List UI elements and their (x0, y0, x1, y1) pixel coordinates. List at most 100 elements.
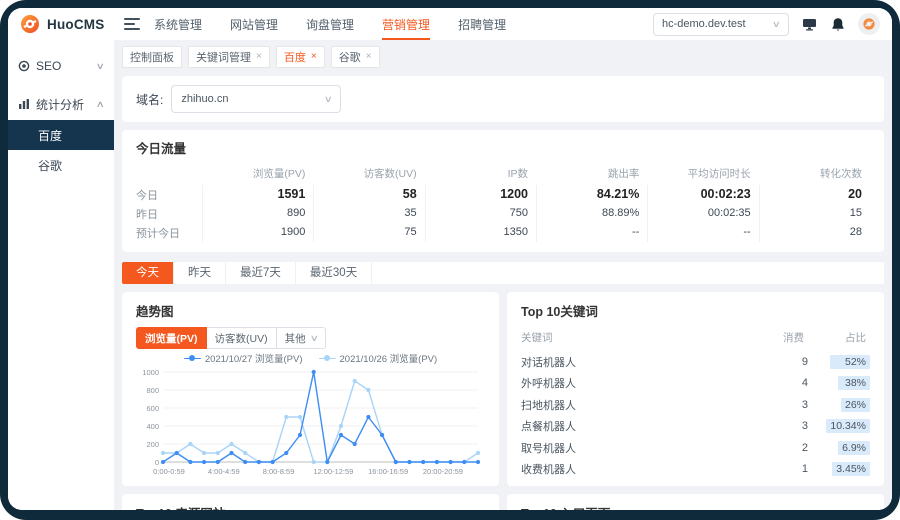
keyword-count: 3 (770, 420, 808, 432)
tag-label: 关键词管理 (196, 49, 251, 65)
sidebar-item-label: SEO (36, 59, 91, 73)
legend-item-today[interactable]: 2021/10/27 浏览量(PV) (184, 351, 303, 365)
traffic-title: 今日流量 (136, 138, 870, 157)
sidebar-item-google[interactable]: 谷歌 (8, 150, 114, 180)
metric-button-pv[interactable]: 浏览量(PV) (136, 327, 207, 349)
svg-text:0:00-0:59: 0:00-0:59 (153, 467, 185, 476)
chart-legend: 2021/10/27 浏览量(PV) 2021/10/26 浏览量(PV) (136, 351, 485, 365)
keyword-count: 9 (770, 356, 808, 368)
traffic-col-conversion: 转化次数 (759, 161, 870, 185)
keywords-title: Top 10关键词 (521, 301, 870, 320)
keyword-count: 2 (770, 442, 808, 454)
traffic-cell: 1350 (425, 223, 536, 242)
tab-yesterday[interactable]: 昨天 (174, 262, 226, 284)
keyword-row: 扫地机器人 3 26% (521, 394, 870, 416)
keyword-pct: 3.45% (832, 462, 870, 476)
svg-text:12:00-12:59: 12:00-12:59 (313, 467, 353, 476)
breadcrumb-tag-dashboard[interactable]: 控制面板 (122, 46, 182, 68)
user-avatar[interactable] (858, 13, 880, 35)
metric-button-group: 浏览量(PV) 访客数(UV) 其他 ∨ (136, 327, 485, 349)
traffic-table: 浏览量(PV) 访客数(UV) IP数 跳出率 平均访问时长 转化次数 今日 1… (136, 161, 870, 242)
close-icon[interactable]: × (311, 52, 317, 62)
svg-text:8:00-8:59: 8:00-8:59 (263, 467, 295, 476)
traffic-cell: 1900 (202, 223, 313, 242)
traffic-row-label: 预计今日 (136, 223, 202, 242)
breadcrumb-tag-google[interactable]: 谷歌 × (331, 46, 380, 68)
keyword-pct: 6.9% (838, 441, 870, 455)
sidebar-item-label: 统计分析 (36, 96, 91, 113)
sidebar-item-baidu[interactable]: 百度 (8, 120, 114, 150)
close-icon[interactable]: × (256, 52, 262, 62)
chevron-down-icon: ∨ (309, 334, 318, 343)
svg-text:20:00-20:59: 20:00-20:59 (423, 467, 463, 476)
metric-button-uv[interactable]: 访客数(UV) (207, 327, 277, 349)
legend-label: 2021/10/26 浏览量(PV) (340, 351, 438, 365)
sidebar: SEO ∨ 统计分析 ∧ 百度 谷歌 (8, 40, 114, 510)
sidebar-item-seo[interactable]: SEO ∨ (8, 50, 114, 82)
traffic-cell: 1200 (425, 185, 536, 204)
traffic-cell: 75 (313, 223, 424, 242)
legend-item-yesterday[interactable]: 2021/10/26 浏览量(PV) (319, 351, 438, 365)
breadcrumb-tag-keywords[interactable]: 关键词管理 × (188, 46, 270, 68)
huocms-logo-icon (20, 14, 40, 34)
keyword-count: 1 (770, 463, 808, 475)
legend-dot-yesterday (319, 355, 336, 361)
traffic-col-bounce: 跳出率 (536, 161, 647, 185)
legend-dot-today (184, 355, 201, 361)
site-select[interactable]: hc-demo.dev.test ∨ (653, 13, 789, 36)
trend-line-chart: 020040060080010000:00-0:594:00-4:598:00-… (136, 367, 485, 477)
col-keyword: 关键词 (521, 330, 766, 345)
metric-button-other[interactable]: 其他 ∨ (277, 327, 327, 349)
traffic-row-label: 今日 (136, 185, 202, 204)
traffic-cell: -- (536, 223, 647, 242)
app-window: HuoCMS 系统管理 网站管理 询盘管理 营销管理 招聘管理 hc-demo.… (8, 8, 892, 510)
breadcrumb-tag-baidu[interactable]: 百度 × (276, 46, 325, 68)
domain-select[interactable]: zhihuo.cn ∨ (171, 85, 341, 113)
col-count: 消费 (766, 330, 804, 345)
tab-today[interactable]: 今天 (122, 262, 174, 284)
top-sources-card: Top10 来源网站 来源网站 浏览量(PV) 占比 直接访问 14 48.28… (122, 494, 499, 510)
keywords-table-header: 关键词 消费 占比 (521, 330, 870, 345)
target-icon (18, 60, 30, 72)
traffic-cell: 750 (425, 204, 536, 223)
traffic-cell: 1591 (202, 185, 313, 204)
svg-text:1000: 1000 (142, 368, 159, 377)
svg-text:800: 800 (146, 386, 159, 395)
keyword-count: 3 (770, 399, 808, 411)
sidebar-item-statistics[interactable]: 统计分析 ∧ (8, 88, 114, 120)
keywords-table-body: 对话机器人 9 52% 外呼机器人 4 38% 扫地机器人 (521, 351, 870, 480)
keyword-name: 取号机器人 (521, 440, 770, 456)
sources-title: Top10 来源网站 (136, 503, 485, 510)
tab-last7days[interactable]: 最近7天 (226, 262, 296, 284)
trend-chart-card: 趋势图 浏览量(PV) 访客数(UV) 其他 ∨ (122, 292, 499, 486)
nav-recruit[interactable]: 招聘管理 (458, 8, 506, 40)
nav-inquiry[interactable]: 询盘管理 (306, 8, 354, 40)
tag-label: 谷歌 (339, 49, 361, 65)
brand-logo[interactable]: HuoCMS (20, 14, 116, 34)
keyword-count: 4 (770, 377, 808, 389)
nav-website[interactable]: 网站管理 (230, 8, 278, 40)
nav-marketing[interactable]: 营销管理 (382, 8, 430, 40)
tag-label: 控制面板 (130, 49, 174, 65)
bar-chart-icon (18, 98, 30, 110)
traffic-col-uv: 访客数(UV) (313, 161, 424, 185)
keyword-name: 收费机器人 (521, 461, 770, 477)
traffic-cell: 58 (313, 185, 424, 204)
nav-system[interactable]: 系统管理 (154, 8, 202, 40)
traffic-cell: 15 (759, 204, 870, 223)
chevron-down-icon: ∨ (772, 20, 781, 29)
traffic-cell: -- (647, 223, 758, 242)
traffic-cell: 20 (759, 185, 870, 204)
bell-icon[interactable] (829, 15, 847, 33)
chevron-down-icon: ∨ (323, 95, 332, 104)
monitor-icon[interactable] (800, 15, 818, 33)
menu-collapse-icon[interactable] (124, 18, 140, 30)
top-header: HuoCMS 系统管理 网站管理 询盘管理 营销管理 招聘管理 hc-demo.… (8, 8, 892, 40)
top-nav: 系统管理 网站管理 询盘管理 营销管理 招聘管理 (154, 8, 506, 40)
chevron-up-icon: ∧ (96, 100, 105, 109)
keyword-row: 收费机器人 1 3.45% (521, 459, 870, 481)
top-entry-pages-card: Top10 入口页面 入口页面 浏览量(PV) 占比 https://www.z… (507, 494, 884, 510)
svg-text:200: 200 (146, 440, 159, 449)
tab-last30days[interactable]: 最近30天 (296, 262, 372, 284)
close-icon[interactable]: × (366, 52, 372, 62)
